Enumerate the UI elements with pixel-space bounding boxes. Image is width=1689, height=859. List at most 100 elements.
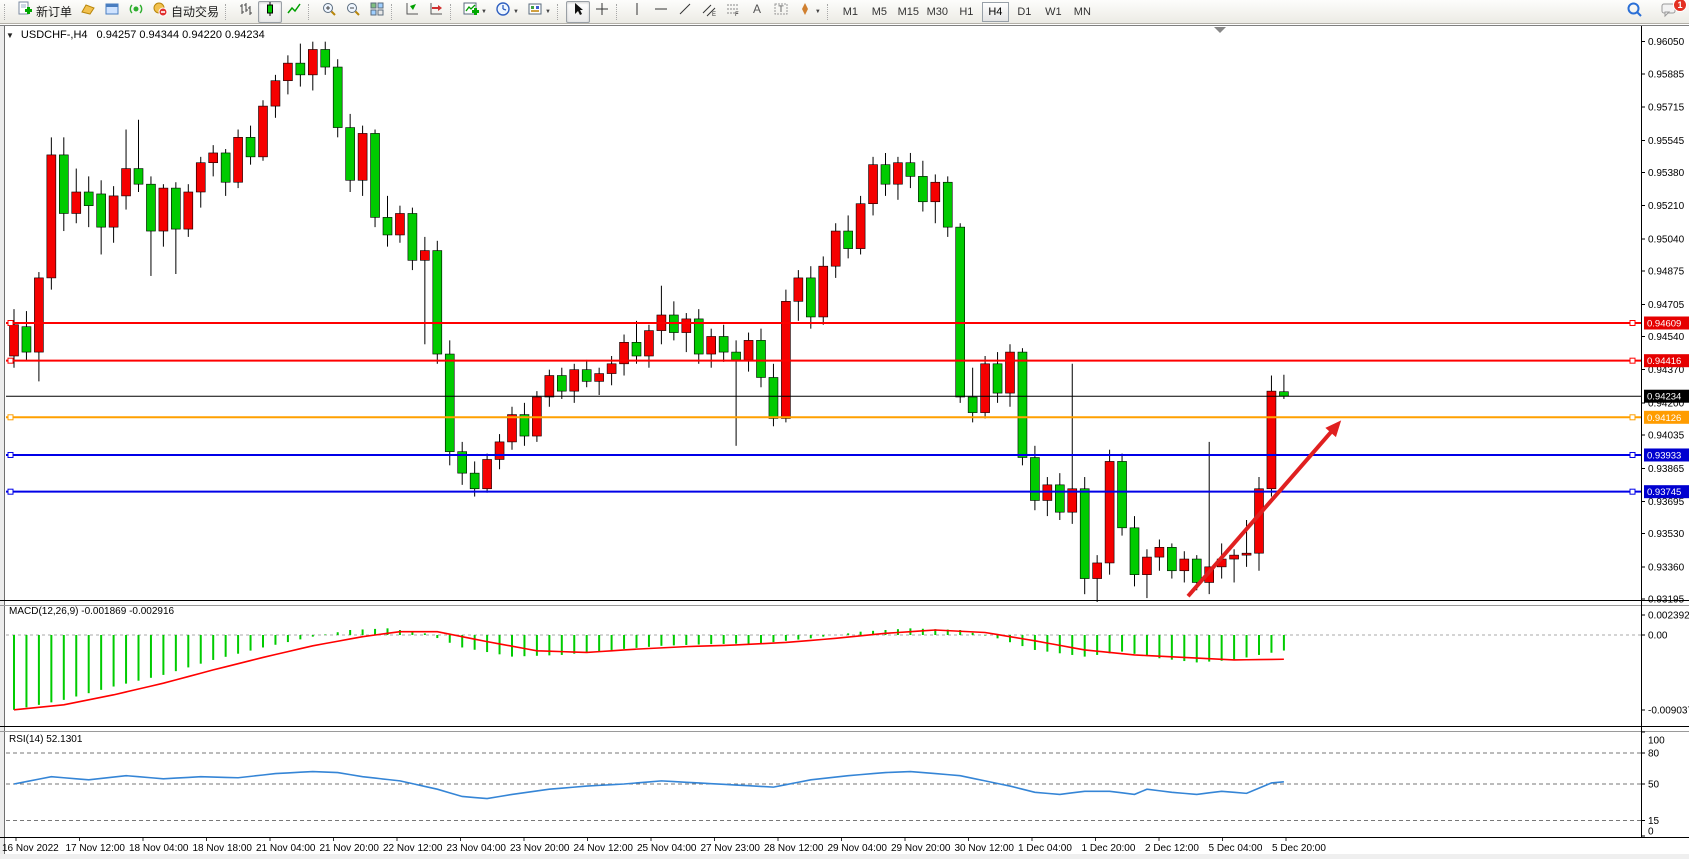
svg-text:0.94035: 0.94035 bbox=[1648, 431, 1685, 442]
toolbar-grip[interactable] bbox=[225, 4, 231, 20]
svg-text:15: 15 bbox=[1648, 816, 1660, 827]
svg-text:80: 80 bbox=[1648, 748, 1660, 759]
timeframe-M15[interactable]: M15 bbox=[895, 2, 922, 22]
svg-text:0.94609: 0.94609 bbox=[1647, 319, 1681, 330]
mt4-window: 新订单 自动交易 bbox=[0, 0, 1689, 859]
toolbar-grip[interactable] bbox=[450, 4, 456, 20]
one-click-trading-arrow[interactable]: ▼ bbox=[6, 31, 14, 40]
new-order-button[interactable]: 新订单 bbox=[13, 1, 76, 23]
svg-text:0.93745: 0.93745 bbox=[1647, 487, 1681, 498]
timeframe-M5[interactable]: M5 bbox=[866, 2, 893, 22]
text-label-icon: T bbox=[773, 1, 789, 22]
bar-chart-button[interactable] bbox=[234, 1, 258, 23]
timeframe-MN[interactable]: MN bbox=[1069, 2, 1096, 22]
horizontal-line-button[interactable] bbox=[649, 1, 673, 23]
svg-text:18 Nov 04:00: 18 Nov 04:00 bbox=[129, 843, 189, 854]
svg-text:0.95885: 0.95885 bbox=[1648, 69, 1685, 80]
autoscroll-button[interactable] bbox=[400, 1, 424, 23]
svg-text:27 Nov 23:00: 27 Nov 23:00 bbox=[701, 843, 761, 854]
text-button[interactable]: A bbox=[745, 1, 769, 23]
svg-text:0.96050: 0.96050 bbox=[1648, 37, 1685, 48]
hline-handle[interactable] bbox=[1630, 321, 1635, 326]
crosshair-button[interactable] bbox=[590, 1, 614, 23]
svg-text:17 Nov 12:00: 17 Nov 12:00 bbox=[66, 843, 126, 854]
chart-shift-icon bbox=[428, 1, 444, 22]
arrows-icon bbox=[797, 1, 813, 22]
community-button[interactable] bbox=[100, 1, 124, 23]
svg-text:0.93360: 0.93360 bbox=[1648, 562, 1685, 573]
toolbar-grip[interactable] bbox=[616, 4, 622, 20]
hline-handle[interactable] bbox=[8, 452, 13, 457]
timeframe-H4[interactable]: H4 bbox=[982, 2, 1009, 22]
arrows-button[interactable]: ▼ bbox=[793, 1, 825, 23]
timeframe-D1[interactable]: D1 bbox=[1011, 2, 1038, 22]
new-order-icon bbox=[17, 1, 33, 22]
toolbar-grip[interactable] bbox=[827, 4, 833, 20]
timeframe-W1[interactable]: W1 bbox=[1040, 2, 1067, 22]
zoom-out-button[interactable] bbox=[341, 1, 365, 23]
templates-button[interactable]: ▼ bbox=[523, 1, 555, 23]
channel-icon: E bbox=[701, 1, 717, 22]
horizontal-line-icon bbox=[653, 1, 669, 22]
search-icon bbox=[1626, 1, 1643, 23]
svg-text:0.002392: 0.002392 bbox=[1648, 611, 1689, 622]
hline-handle[interactable] bbox=[8, 415, 13, 420]
svg-text:16 Nov 2022: 16 Nov 2022 bbox=[2, 843, 59, 854]
macd-indicator-label: MACD(12,26,9) -0.001869 -0.002916 bbox=[9, 606, 174, 617]
cursor-button[interactable] bbox=[566, 1, 590, 23]
svg-text:0: 0 bbox=[1648, 827, 1654, 838]
trendline-button[interactable] bbox=[673, 1, 697, 23]
svg-text:1 Dec 20:00: 1 Dec 20:00 bbox=[1082, 843, 1136, 854]
autotrading-icon bbox=[152, 1, 168, 22]
svg-text:0.95380: 0.95380 bbox=[1648, 168, 1685, 179]
timeframe-bar: M1M5M15M30H1H4D1W1MN bbox=[836, 2, 1097, 22]
autoscroll-icon bbox=[404, 1, 420, 22]
svg-text:22 Nov 12:00: 22 Nov 12:00 bbox=[383, 843, 443, 854]
hline-handle[interactable] bbox=[8, 489, 13, 494]
candlestick-chart-icon bbox=[262, 1, 278, 22]
timeframe-M1[interactable]: M1 bbox=[837, 2, 864, 22]
toolbar-grip[interactable] bbox=[4, 4, 10, 20]
hline-handle[interactable] bbox=[1630, 358, 1635, 363]
hline-handle[interactable] bbox=[8, 321, 13, 326]
equidistant-channel-button[interactable]: E bbox=[697, 1, 721, 23]
vertical-line-button[interactable] bbox=[625, 1, 649, 23]
candlestick-chart-button[interactable] bbox=[258, 1, 282, 23]
gold-bar-icon bbox=[80, 1, 96, 22]
cursor-icon bbox=[570, 1, 586, 22]
tile-windows-button[interactable] bbox=[365, 1, 389, 23]
hline-handle[interactable] bbox=[1630, 415, 1635, 420]
indicators-icon bbox=[463, 1, 479, 22]
text-label-button[interactable]: T bbox=[769, 1, 793, 23]
svg-text:0.94234: 0.94234 bbox=[1647, 392, 1681, 403]
hline-handle[interactable] bbox=[1630, 452, 1635, 457]
tile-windows-icon bbox=[369, 1, 385, 22]
periods-button[interactable]: ▼ bbox=[491, 1, 523, 23]
line-chart-button[interactable] bbox=[282, 1, 306, 23]
search-button[interactable] bbox=[1622, 1, 1647, 23]
new-order-label: 新订单 bbox=[36, 3, 72, 20]
chart-canvas[interactable]: 0.960500.958850.957150.955450.953800.952… bbox=[0, 24, 1689, 859]
toolbar-grip[interactable] bbox=[557, 4, 563, 20]
timeframe-M30[interactable]: M30 bbox=[924, 2, 951, 22]
fibonacci-button[interactable]: F bbox=[721, 1, 745, 23]
svg-text:0.94705: 0.94705 bbox=[1648, 300, 1685, 311]
svg-text:5 Dec 20:00: 5 Dec 20:00 bbox=[1272, 843, 1326, 854]
chart-shift-button[interactable] bbox=[424, 1, 448, 23]
hline-handle[interactable] bbox=[8, 358, 13, 363]
timeframe-H1[interactable]: H1 bbox=[953, 2, 980, 22]
autotrading-button[interactable]: 自动交易 bbox=[148, 1, 223, 23]
line-chart-icon bbox=[286, 1, 302, 22]
svg-text:0.95545: 0.95545 bbox=[1648, 136, 1685, 147]
chat-button[interactable]: 1 bbox=[1657, 1, 1683, 23]
zoom-in-button[interactable] bbox=[317, 1, 341, 23]
indicators-button[interactable]: ▼ bbox=[459, 1, 491, 23]
toolbar-grip[interactable] bbox=[391, 4, 397, 20]
toolbar-grip[interactable] bbox=[308, 4, 314, 20]
svg-text:A: A bbox=[753, 2, 761, 16]
chart-window: 0.960500.958850.957150.955450.953800.952… bbox=[0, 24, 1689, 859]
svg-text:0.94875: 0.94875 bbox=[1648, 267, 1685, 278]
signals-button[interactable] bbox=[124, 1, 148, 23]
gold-button[interactable] bbox=[76, 1, 100, 23]
hline-handle[interactable] bbox=[1630, 489, 1635, 494]
